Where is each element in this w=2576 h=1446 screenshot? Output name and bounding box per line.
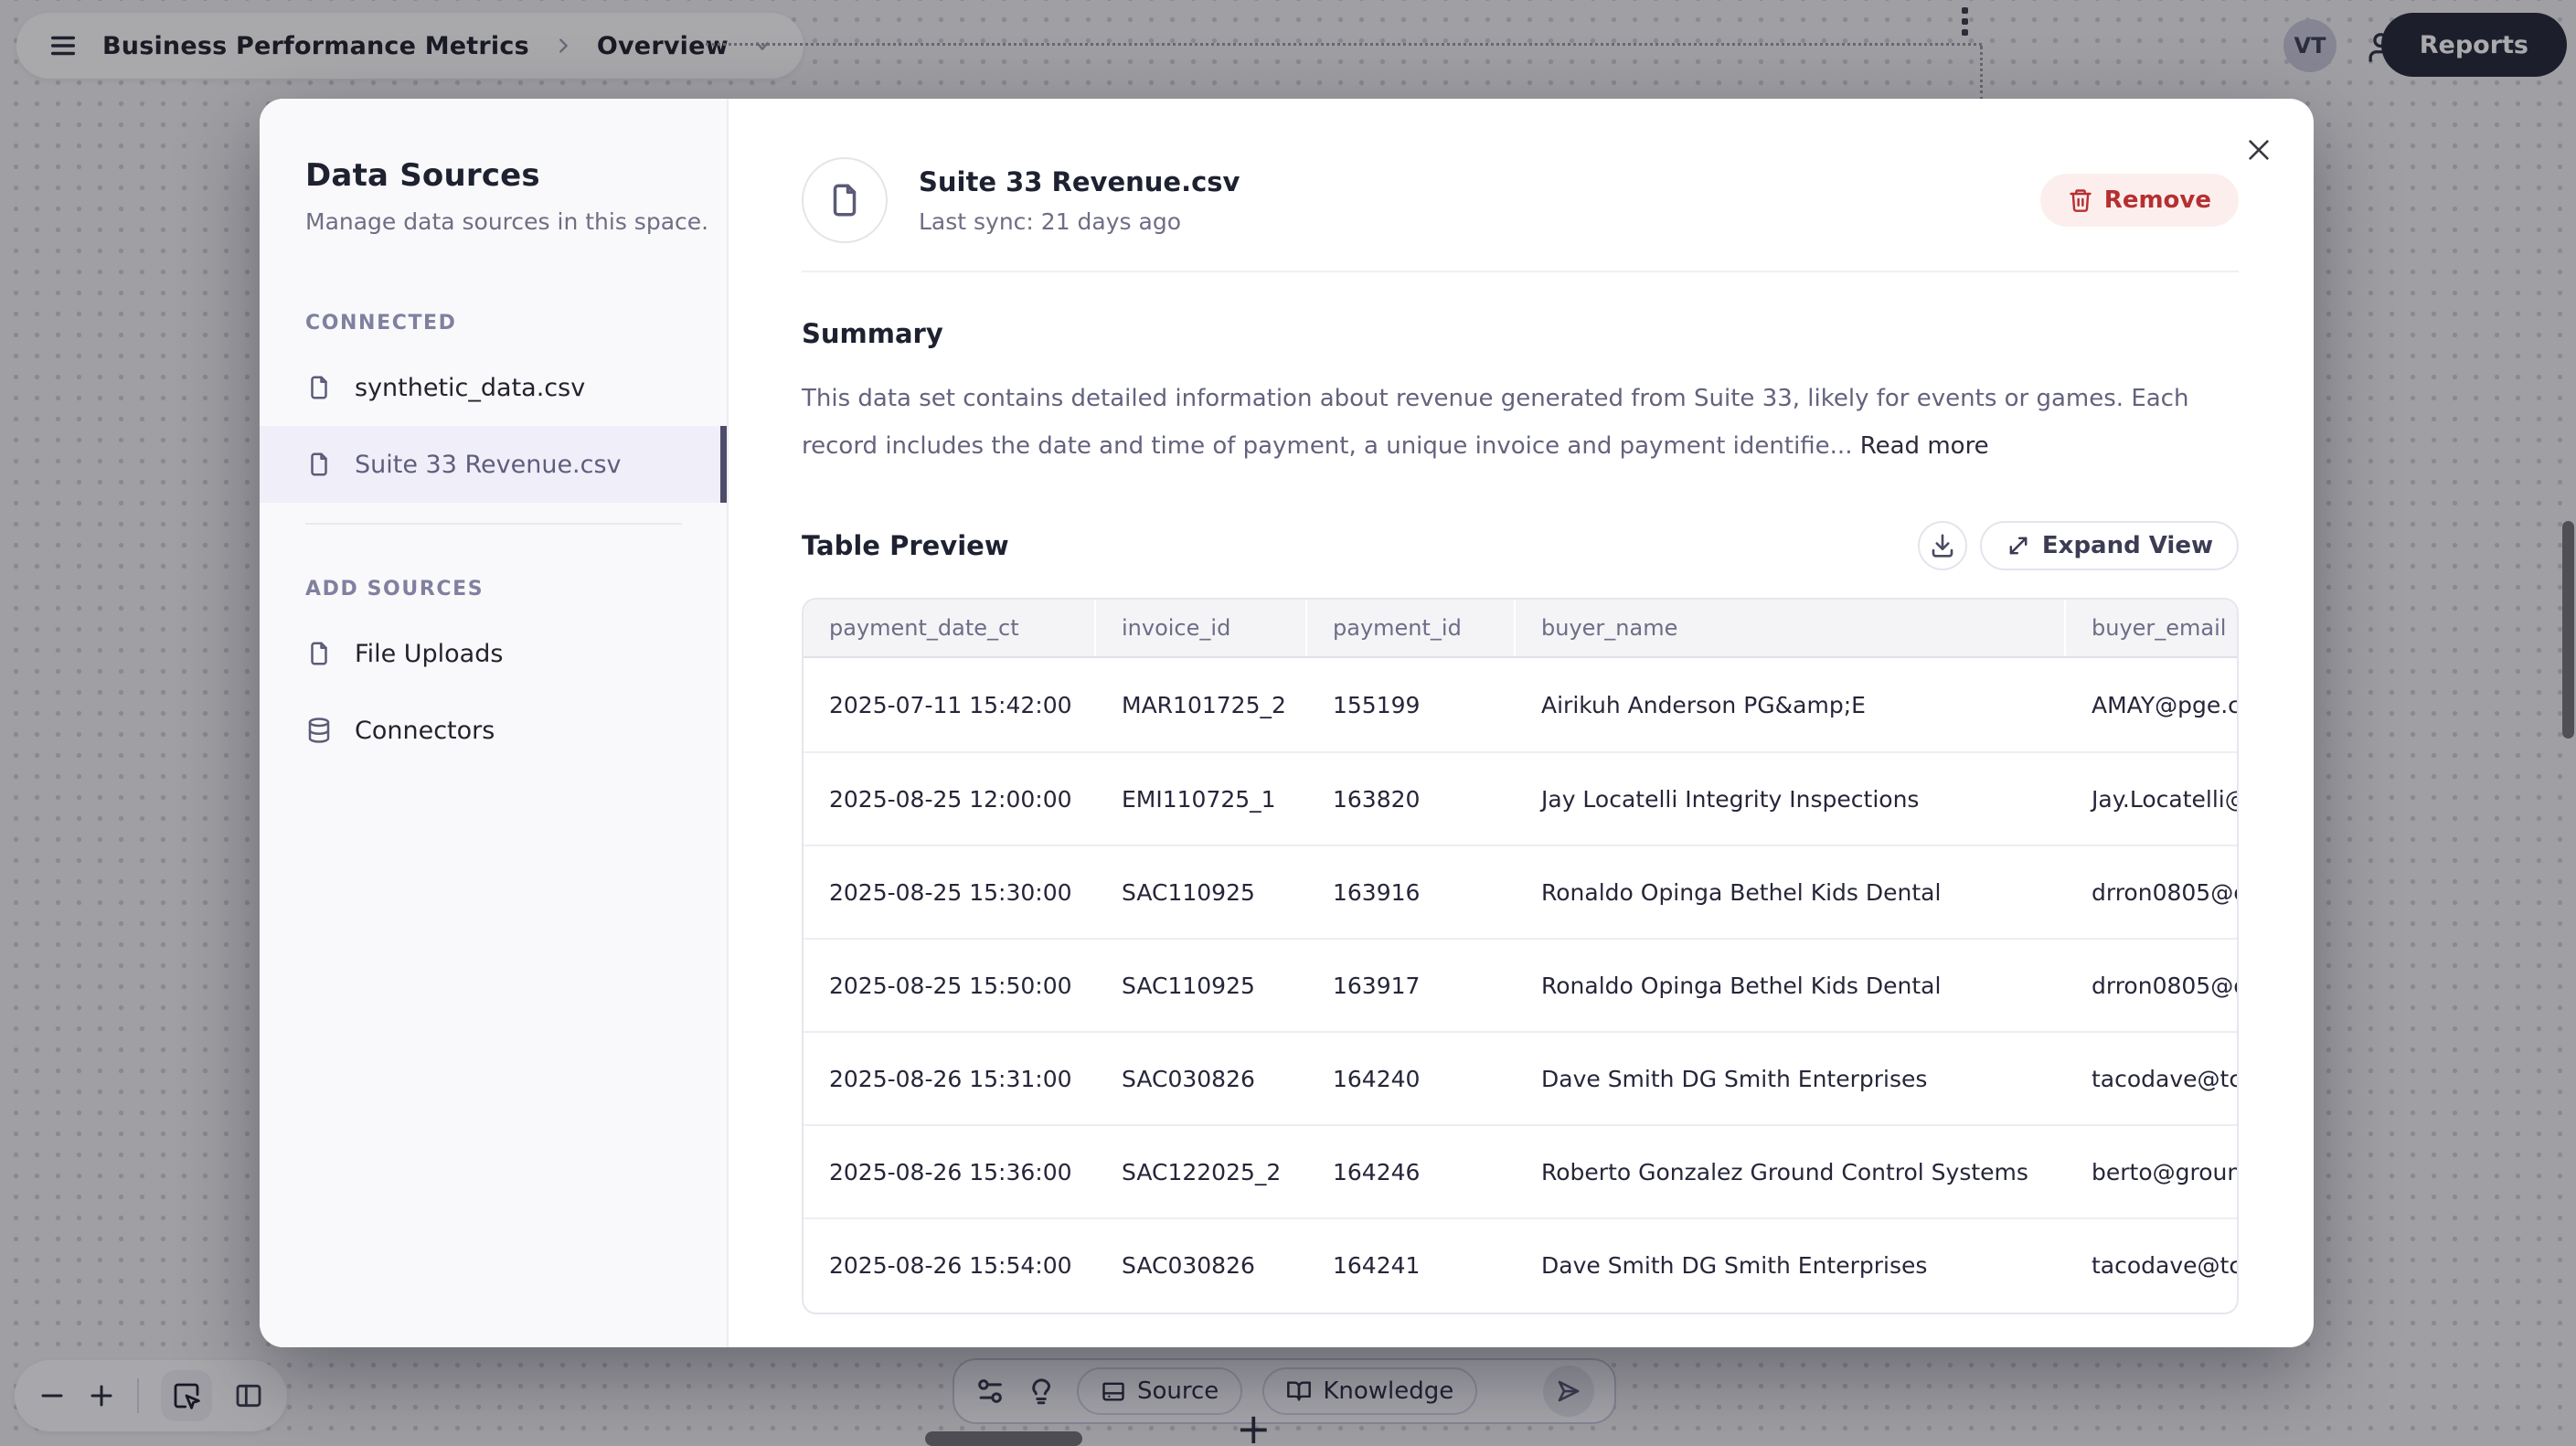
column-header[interactable]: payment_id — [1307, 600, 1516, 656]
sidebar-item-connectors[interactable]: Connectors — [260, 692, 727, 769]
cell-buyer-name: Ronaldo Opinga Bethel Kids Dental — [1516, 973, 2066, 999]
cell-buyer-email: tacodave@tc — [2066, 1066, 2239, 1092]
table-row[interactable]: 2025-08-25 15:30:00 SAC110925 163916 Ron… — [804, 845, 2237, 938]
sidebar-item-label: Suite 33 Revenue.csv — [355, 451, 622, 479]
trash-icon — [2068, 187, 2093, 213]
modal-subtitle: Manage data sources in this space. — [305, 208, 727, 235]
column-header[interactable]: payment_date_ct — [804, 600, 1096, 656]
close-icon[interactable] — [2244, 135, 2273, 165]
download-button[interactable] — [1918, 521, 1967, 570]
summary-heading: Summary — [802, 318, 2239, 349]
table-row[interactable]: 2025-08-25 12:00:00 EMI110725_1 163820 J… — [804, 751, 2237, 845]
table-row[interactable]: 2025-08-26 15:54:00 SAC030826 164241 Dav… — [804, 1217, 2237, 1311]
summary-text: This data set contains detailed informat… — [802, 375, 2228, 470]
file-icon — [305, 451, 333, 478]
cell-buyer-name: Dave Smith DG Smith Enterprises — [1516, 1252, 2066, 1279]
cell-payment-id: 164246 — [1307, 1159, 1516, 1186]
cell-payment-id: 155199 — [1307, 692, 1516, 718]
cell-payment-id: 163916 — [1307, 879, 1516, 906]
column-header[interactable]: invoice_id — [1096, 600, 1307, 656]
table-preview-header: Table Preview Expand View — [802, 521, 2239, 570]
column-header[interactable]: buyer_email — [2066, 600, 2239, 656]
cell-invoice-id: SAC030826 — [1096, 1252, 1307, 1279]
file-icon — [305, 374, 333, 401]
data-source-detail-panel: Suite 33 Revenue.csv Last sync: 21 days … — [729, 99, 2314, 1347]
cell-payment-date-ct: 2025-07-11 15:42:00 — [804, 692, 1096, 718]
table-body: 2025-07-11 15:42:00 MAR101725_2 155199 A… — [804, 658, 2237, 1311]
file-icon — [305, 640, 333, 667]
add-sources-section-label: ADD SOURCES — [305, 578, 727, 601]
table-preview: payment_date_ctinvoice_idpayment_idbuyer… — [802, 598, 2239, 1314]
column-header[interactable]: buyer_name — [1516, 600, 2066, 656]
cell-payment-date-ct: 2025-08-25 12:00:00 — [804, 786, 1096, 813]
expand-icon — [2006, 533, 2031, 558]
cell-payment-id: 164240 — [1307, 1066, 1516, 1092]
cell-buyer-email: tacodave@tc — [2066, 1252, 2239, 1279]
sidebar-item-suite-33-revenue[interactable]: Suite 33 Revenue.csv — [260, 426, 727, 503]
table-row[interactable]: 2025-08-26 15:31:00 SAC030826 164240 Dav… — [804, 1031, 2237, 1124]
cell-payment-date-ct: 2025-08-25 15:50:00 — [804, 973, 1096, 999]
connected-section-label: CONNECTED — [305, 312, 727, 335]
sidebar-item-label: File Uploads — [355, 640, 503, 668]
cell-buyer-name: Airikuh Anderson PG&amp;E — [1516, 692, 2066, 718]
cell-invoice-id: SAC122025_2 — [1096, 1159, 1307, 1186]
cell-payment-id: 163820 — [1307, 786, 1516, 813]
table-preview-heading: Table Preview — [802, 530, 1009, 561]
cell-payment-date-ct: 2025-08-26 15:31:00 — [804, 1066, 1096, 1092]
modal-title: Data Sources — [305, 157, 727, 194]
table-row[interactable]: 2025-08-25 15:50:00 SAC110925 163917 Ron… — [804, 938, 2237, 1031]
cell-buyer-email: berto@groun — [2066, 1159, 2239, 1186]
cell-buyer-name: Jay Locatelli Integrity Inspections — [1516, 786, 2066, 813]
cell-buyer-name: Ronaldo Opinga Bethel Kids Dental — [1516, 879, 2066, 906]
table-row[interactable]: 2025-07-11 15:42:00 MAR101725_2 155199 A… — [804, 658, 2237, 751]
cell-payment-date-ct: 2025-08-26 15:54:00 — [804, 1252, 1096, 1279]
sidebar-item-synthetic-data[interactable]: synthetic_data.csv — [260, 349, 727, 426]
cell-buyer-email: drron0805@c — [2066, 879, 2239, 906]
cell-buyer-name: Dave Smith DG Smith Enterprises — [1516, 1066, 2066, 1092]
cell-invoice-id: SAC110925 — [1096, 973, 1307, 999]
cell-payment-id: 163917 — [1307, 973, 1516, 999]
cell-payment-id: 164241 — [1307, 1252, 1516, 1279]
data-sources-sidebar: Data Sources Manage data sources in this… — [260, 99, 729, 1347]
cell-payment-date-ct: 2025-08-25 15:30:00 — [804, 879, 1096, 906]
cell-buyer-email: drron0805@c — [2066, 973, 2239, 999]
cell-buyer-email: AMAY@pge.c — [2066, 692, 2239, 718]
database-icon — [305, 717, 333, 744]
cell-invoice-id: SAC110925 — [1096, 879, 1307, 906]
remove-button[interactable]: Remove — [2040, 174, 2239, 227]
expand-view-label: Expand View — [2042, 532, 2213, 559]
cell-payment-date-ct: 2025-08-26 15:36:00 — [804, 1159, 1096, 1186]
file-type-icon — [802, 157, 888, 243]
cell-invoice-id: SAC030826 — [1096, 1066, 1307, 1092]
sidebar-divider — [305, 523, 682, 525]
sidebar-item-label: synthetic_data.csv — [355, 374, 585, 402]
cell-invoice-id: MAR101725_2 — [1096, 692, 1307, 718]
cell-invoice-id: EMI110725_1 — [1096, 786, 1307, 813]
sidebar-item-label: Connectors — [355, 717, 495, 745]
file-title: Suite 33 Revenue.csv — [919, 166, 1240, 197]
expand-view-button[interactable]: Expand View — [1980, 521, 2239, 570]
sidebar-item-file-uploads[interactable]: File Uploads — [260, 615, 727, 692]
header-divider — [802, 271, 2239, 272]
file-header: Suite 33 Revenue.csv Last sync: 21 days … — [802, 157, 2239, 243]
read-more-link[interactable]: Read more — [1860, 432, 1989, 460]
table-row[interactable]: 2025-08-26 15:36:00 SAC122025_2 164246 R… — [804, 1124, 2237, 1217]
table-header-row: payment_date_ctinvoice_idpayment_idbuyer… — [804, 600, 2237, 658]
last-sync-text: Last sync: 21 days ago — [919, 208, 1240, 235]
remove-button-label: Remove — [2104, 186, 2211, 214]
cell-buyer-name: Roberto Gonzalez Ground Control Systems — [1516, 1159, 2066, 1186]
cell-buyer-email: Jay.Locatelli@ — [2066, 786, 2239, 813]
data-sources-modal: Data Sources Manage data sources in this… — [260, 99, 2314, 1347]
